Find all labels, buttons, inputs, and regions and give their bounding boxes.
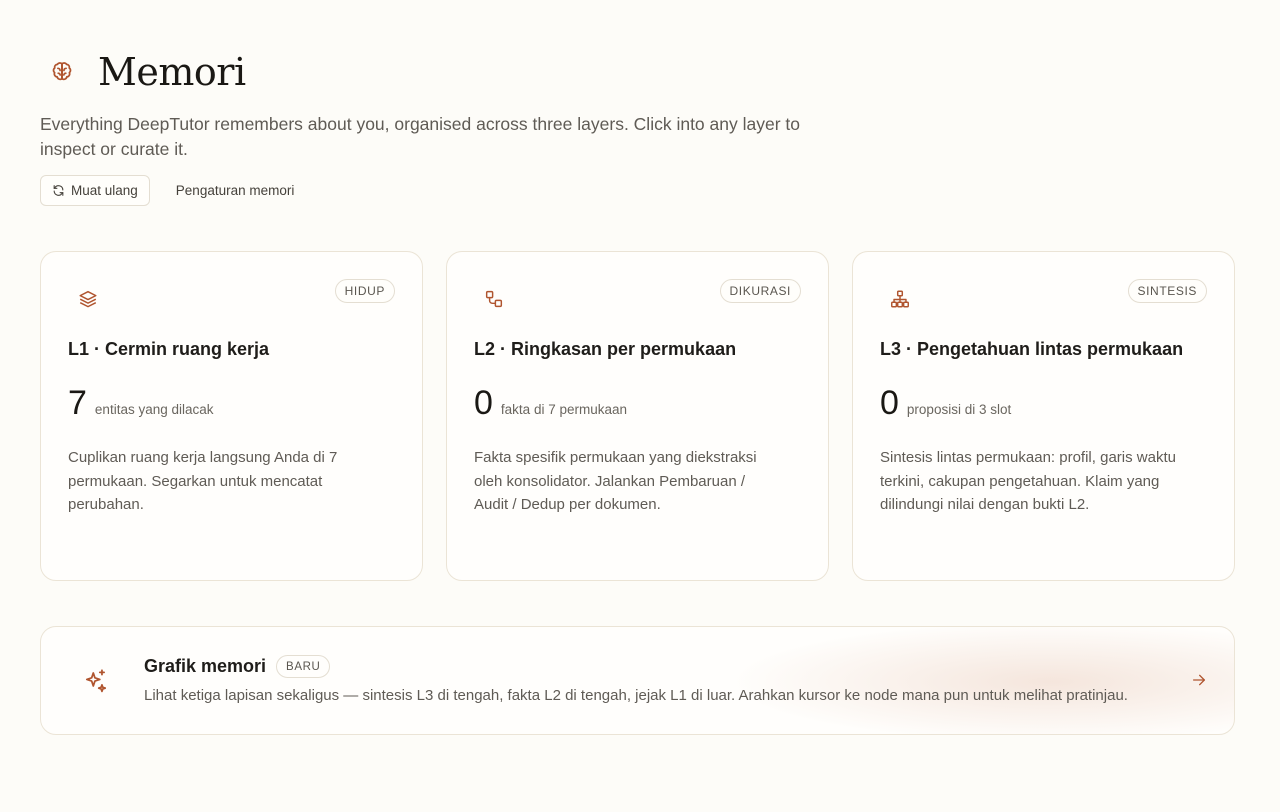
refresh-icon — [52, 184, 65, 197]
layer-card-l3[interactable]: SINTESIS L3 · Pengetahuan lintas permuka… — [852, 251, 1235, 581]
new-badge: BARU — [276, 655, 331, 678]
metric-value: 0 — [474, 384, 493, 422]
banner-title: Grafik memori — [144, 656, 267, 676]
header-actions: Muat ulang Pengaturan memori — [40, 175, 294, 206]
hierarchy-icon — [889, 288, 911, 310]
nodes-icon — [483, 288, 505, 310]
metric-value: 0 — [880, 384, 899, 422]
page-subtitle: Everything DeepTutor remembers about you… — [40, 114, 800, 159]
reload-button-label: Muat ulang — [71, 183, 138, 198]
page-header: Memori — [40, 50, 246, 94]
brain-icon — [40, 50, 84, 94]
memory-page: Memori Everything DeepTutor remembers ab… — [0, 0, 1280, 812]
status-badge: HIDUP — [334, 279, 395, 303]
card-metric: 7 entitas yang dilacak — [68, 383, 214, 423]
memory-settings-link[interactable]: Pengaturan memori — [176, 183, 295, 198]
status-badge: DIKURASI — [719, 279, 801, 303]
status-badge: SINTESIS — [1127, 279, 1207, 303]
metric-label: fakta di 7 permukaan — [500, 402, 627, 417]
card-title: L3 · Pengetahuan lintas permukaan — [880, 339, 1184, 359]
layer-card-l2[interactable]: DIKURASI L2 · Ringkasan per permukaan 0 … — [446, 251, 829, 581]
metric-label: entitas yang dilacak — [94, 402, 214, 417]
layers-icon — [77, 288, 99, 310]
card-metric: 0 proposisi di 3 slot — [880, 383, 1011, 423]
metric-label: proposisi di 3 slot — [906, 402, 1012, 417]
card-title: L1 · Cermin ruang kerja — [68, 339, 270, 359]
card-description: Cuplikan ruang kerja langsung Anda di 7 … — [68, 449, 338, 513]
arrow-right-icon — [1191, 672, 1207, 688]
page-title: Memori — [98, 50, 246, 94]
banner-description: Lihat ketiga lapisan sekaligus — sintesi… — [144, 687, 1128, 704]
card-description: Sintesis lintas permukaan: profil, garis… — [880, 449, 1176, 513]
layer-card-l1[interactable]: HIDUP L1 · Cermin ruang kerja 7 entitas … — [40, 251, 423, 581]
card-metric: 0 fakta di 7 permukaan — [474, 383, 627, 423]
card-title: L2 · Ringkasan per permukaan — [474, 339, 737, 359]
banner-title-row: Grafik memori BARU — [144, 655, 331, 678]
metric-value: 7 — [68, 384, 87, 422]
card-description: Fakta spesifik permukaan yang diekstraks… — [474, 449, 757, 513]
sparkle-icon — [83, 667, 109, 693]
reload-button[interactable]: Muat ulang — [40, 175, 150, 206]
memory-graph-banner[interactable]: Grafik memori BARU Lihat ketiga lapisan … — [40, 626, 1235, 735]
